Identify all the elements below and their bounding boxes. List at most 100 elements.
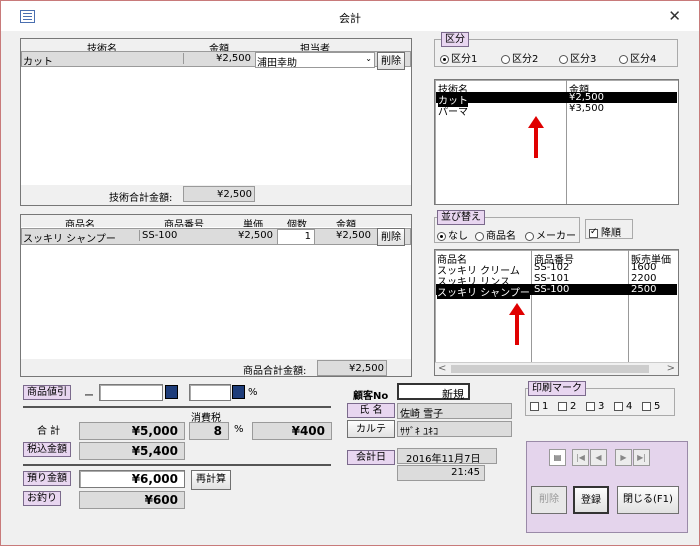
goods-list[interactable]: 商品名 商品番号 販売単価 スッキリ クリーム SS-102 1600 スッキリ…	[434, 249, 679, 376]
sort-option-maker[interactable]: メーカー	[525, 227, 576, 242]
tech-list-area	[21, 51, 411, 185]
print-mark-3[interactable]: 3	[586, 401, 604, 412]
goods-row-qty[interactable]: 1	[277, 229, 315, 245]
subtotal-label: 合 計	[37, 426, 61, 437]
goods-subform: 商品名 商品番号 単価 個数 金額 スッキリ シャンプー SS-100 ¥2,5…	[20, 214, 412, 377]
discount-label: 商品値引	[23, 385, 71, 400]
goods-list-row-3-name: スッキリ シャンプー	[437, 284, 530, 299]
print-mark-2[interactable]: 2	[558, 401, 576, 412]
window: 会計 ✕ 技術名 金額 担当者 カット ¥2,500 浦田幸助 ⌄ 削除 技術合…	[0, 0, 700, 546]
goods-list-row-2-price: 2200	[631, 273, 657, 284]
goods-list-area	[21, 227, 411, 359]
last-record-icon[interactable]: ▶|	[633, 449, 650, 466]
checkbox-icon	[642, 401, 651, 411]
tech-row-name[interactable]: カット	[23, 53, 181, 68]
discount-percent-sign: %	[248, 387, 258, 398]
tech-list-row-selected[interactable]	[436, 92, 677, 103]
sort-desc-label: 降順	[601, 228, 621, 239]
customer-name-value: 佐崎 雪子	[397, 403, 512, 420]
first-record-icon[interactable]: |◀	[572, 449, 589, 466]
print-mark-5[interactable]: 5	[642, 401, 660, 412]
annotation-arrow-up-1	[528, 116, 544, 158]
tech-list-row-1-amount: ¥2,500	[569, 92, 604, 103]
sort-option-none[interactable]: なし	[437, 227, 468, 242]
goods-list-col-divider-1	[531, 250, 532, 362]
customer-no-label: 顧客No	[353, 391, 389, 402]
date-value: 2016年11月7日	[397, 448, 497, 465]
sort-desc-check[interactable]: 降順	[589, 224, 621, 239]
divider-line	[23, 464, 331, 466]
horizontal-scrollbar[interactable]: < >	[435, 362, 678, 375]
divider-line	[23, 406, 331, 408]
print-mark-4[interactable]: 4	[614, 401, 632, 412]
recalc-button[interactable]: 再計算	[191, 470, 231, 490]
print-mark-1[interactable]: 1	[530, 401, 548, 412]
checkbox-icon	[530, 401, 539, 411]
scrollbar-thumb[interactable]	[451, 365, 649, 373]
category-group: 区分 区分1 区分2 区分3 区分4	[434, 32, 678, 67]
close-icon[interactable]: ✕	[668, 7, 681, 25]
sort-option-name[interactable]: 商品名	[475, 227, 516, 242]
goods-row-amount[interactable]: ¥2,500	[317, 230, 373, 241]
discount-dash: ー	[84, 391, 94, 402]
tech-list[interactable]: 技術名 金額 カット ¥2,500 パーマ ¥3,500	[434, 79, 679, 205]
goods-total-value: ¥2,500	[317, 360, 387, 376]
category-option-2[interactable]: 区分2	[501, 50, 538, 65]
goods-list-row-1-code: SS-102	[534, 262, 570, 273]
goods-row-price[interactable]: ¥2,500	[229, 230, 275, 241]
goods-total-label: 商品合計金額:	[243, 366, 307, 377]
category-option-2-label: 区分2	[512, 54, 539, 65]
close-button[interactable]: 閉じる(F1)	[617, 486, 679, 514]
print-mark-title: 印刷マーク	[528, 381, 586, 396]
print-mark-group: 印刷マーク 1 2 3 4 5	[525, 381, 675, 416]
print-mark-2-label: 2	[570, 401, 577, 412]
delete-button[interactable]: 削除	[531, 486, 567, 514]
sort-option-name-label: 商品名	[486, 231, 516, 242]
tax-rate-percent: %	[234, 424, 244, 435]
time-value: 21:45	[397, 465, 485, 481]
deposit-input[interactable]: ¥6,000	[79, 470, 185, 488]
next-record-icon[interactable]: ▶	[615, 449, 632, 466]
tech-row-amount[interactable]: ¥2,500	[183, 53, 253, 64]
category-option-3[interactable]: 区分3	[559, 50, 596, 65]
customer-no-input[interactable]: 新規	[397, 383, 470, 401]
tech-delete-button[interactable]: 削除	[377, 52, 405, 70]
goods-row-name[interactable]: スッキリ シャンプー	[23, 230, 137, 245]
calculator-icon[interactable]	[165, 385, 178, 399]
category-option-4-label: 区分4	[630, 54, 657, 65]
radio-selected-icon	[437, 231, 446, 241]
register-button[interactable]: 登録	[573, 486, 609, 514]
checkbox-checked-icon	[589, 227, 598, 238]
taxin-label: 税込金額	[23, 442, 71, 457]
annotation-arrow-up-2	[509, 303, 525, 345]
goods-list-row-3-code: SS-100	[534, 284, 570, 295]
discount-amount-input[interactable]	[99, 384, 163, 401]
tax-value: ¥400	[252, 422, 332, 440]
category-option-4[interactable]: 区分4	[619, 50, 656, 65]
goods-delete-button[interactable]: 削除	[377, 228, 405, 246]
print-preview-icon[interactable]: ▤	[549, 449, 566, 466]
tech-staff-select[interactable]: 浦田幸助 ⌄	[255, 52, 375, 69]
radio-icon	[619, 54, 628, 64]
discount-percent-input[interactable]	[189, 384, 231, 401]
calculator-icon[interactable]	[232, 385, 245, 399]
scroll-right-icon[interactable]: >	[667, 363, 675, 374]
category-option-1[interactable]: 区分1	[440, 50, 477, 65]
customer-kana-value: ｻｻﾞｷ ﾕｷｺ	[397, 421, 512, 438]
sort-desc-box[interactable]: 降順	[585, 219, 633, 239]
print-mark-3-label: 3	[598, 401, 605, 412]
title-bar: 会計 ✕	[1, 1, 699, 31]
prev-record-icon[interactable]: ◀	[590, 449, 607, 466]
karte-button[interactable]: カルテ	[347, 420, 395, 438]
goods-row-code[interactable]: SS-100	[139, 230, 227, 241]
print-mark-5-label: 5	[654, 401, 661, 412]
sort-option-maker-label: メーカー	[536, 231, 576, 242]
tech-list-row-2-amount: ¥3,500	[569, 103, 604, 114]
taxin-value: ¥5,400	[79, 442, 185, 460]
sort-title: 並び替え	[437, 210, 485, 225]
radio-icon	[559, 54, 568, 64]
radio-selected-icon	[440, 54, 449, 64]
chevron-down-icon[interactable]: ⌄	[365, 54, 372, 63]
tech-list-row-2-name[interactable]: パーマ	[438, 103, 468, 118]
scroll-left-icon[interactable]: <	[438, 363, 446, 374]
